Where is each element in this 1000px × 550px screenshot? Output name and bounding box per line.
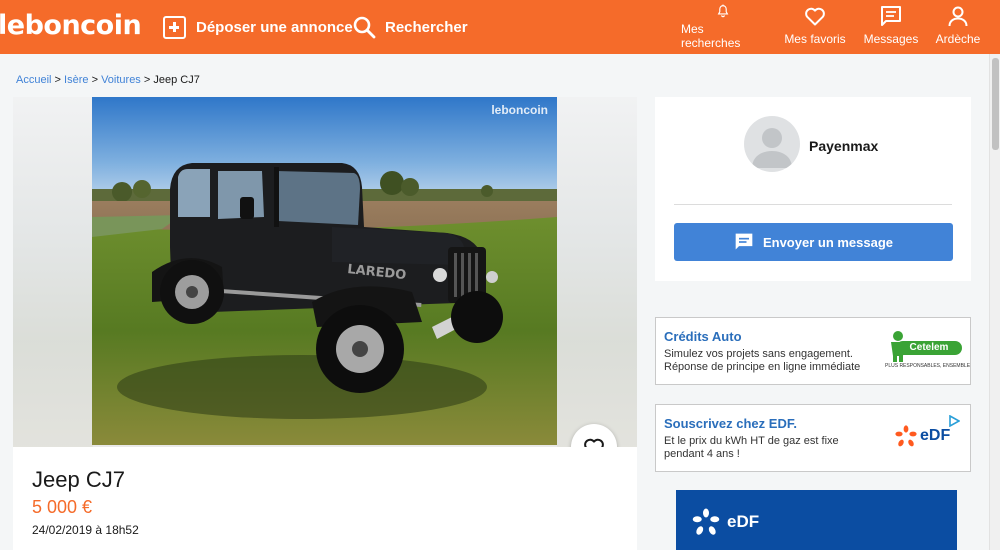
edf-swirl-icon <box>895 425 917 447</box>
ad-text: Et le prix du kWh HT de gaz est fixe pen… <box>664 435 839 460</box>
send-message-button[interactable]: Envoyer un message <box>674 223 953 261</box>
listing-photo[interactable]: LAREDO leboncoin <box>92 97 557 445</box>
bell-icon <box>717 4 729 18</box>
edf-banner-ad[interactable]: eDF <box>676 490 957 550</box>
cetelem-logo: Cetelem PLUS RESPONSABLES, ENSEMBLE <box>882 328 971 374</box>
ad-title: Crédits Auto <box>664 329 742 344</box>
ad-edf[interactable]: Souscrivez chez EDF. Et le prix du kWh H… <box>655 404 971 472</box>
nav-label: Mes favoris <box>784 32 846 46</box>
default-avatar-icon <box>752 128 792 168</box>
top-navigation-bar: leboncoin Déposer une annonce Rechercher… <box>0 0 1000 54</box>
photo-watermark: leboncoin <box>491 103 548 117</box>
page-scrollbar[interactable] <box>989 54 1000 550</box>
breadcrumb-current: Jeep CJ7 <box>153 74 200 86</box>
ad-title: Souscrivez chez EDF. <box>664 416 797 431</box>
breadcrumb-link-category[interactable]: Voitures <box>101 74 141 86</box>
cetelem-tagline: PLUS RESPONSABLES, ENSEMBLE <box>885 363 971 369</box>
seller-name[interactable]: Payenmax <box>809 138 878 154</box>
photo-gallery[interactable]: LAREDO leboncoin <box>13 97 637 447</box>
breadcrumb-link-home[interactable]: Accueil <box>16 74 51 86</box>
edf-swirl-icon <box>692 508 720 535</box>
nav-account[interactable]: Ardèche <box>934 4 982 50</box>
nav-messages[interactable]: Messages <box>863 4 919 50</box>
divider <box>674 204 952 205</box>
seller-avatar[interactable] <box>744 116 800 172</box>
ad-text: Simulez vos projets sans engagement. Rép… <box>664 348 861 373</box>
nav-label: Mes recherches <box>681 22 741 50</box>
search-label: Rechercher <box>385 18 468 36</box>
search-button[interactable]: Rechercher <box>352 14 468 40</box>
message-icon <box>735 233 753 250</box>
breadcrumb-link-region[interactable]: Isère <box>64 74 88 86</box>
gallery-blur-left <box>13 97 93 447</box>
nav-my-favorites[interactable]: Mes favoris <box>783 4 847 50</box>
edf-logo-text: eDF <box>920 427 951 444</box>
post-ad-button[interactable]: Déposer une annonce <box>163 14 353 40</box>
leboncoin-logo[interactable]: leboncoin <box>0 10 142 41</box>
breadcrumb: Accueil > Isère > Voitures > Jeep CJ7 <box>16 74 200 86</box>
breadcrumb-separator: > <box>91 74 98 86</box>
cetelem-logo-name: Cetelem <box>896 341 962 355</box>
listing-title: Jeep CJ7 <box>32 467 125 492</box>
seller-card: Payenmax Envoyer un message <box>655 97 971 281</box>
search-icon <box>353 16 376 39</box>
gallery-blur-right <box>557 97 637 447</box>
breadcrumb-separator: > <box>54 74 61 86</box>
post-ad-label: Déposer une annonce <box>196 18 353 36</box>
message-icon <box>881 6 901 26</box>
edf-logo: eDF <box>894 421 964 453</box>
plus-icon <box>163 15 186 39</box>
nav-my-searches[interactable]: Mes recherches <box>681 4 765 50</box>
listing-date: 24/02/2019 à 18h52 <box>32 523 139 537</box>
user-icon <box>948 6 968 27</box>
heart-icon <box>805 7 825 26</box>
jeep-photo-illustration: LAREDO <box>92 97 557 445</box>
nav-label: Messages <box>863 32 919 46</box>
send-message-label: Envoyer un message <box>762 234 894 250</box>
listing-price: 5 000 € <box>32 497 93 517</box>
edf-banner-logo-text: eDF <box>727 512 760 531</box>
scrollbar-thumb[interactable] <box>992 58 999 150</box>
breadcrumb-separator: > <box>143 74 151 86</box>
ad-credit-auto[interactable]: Crédits Auto Simulez vos projets sans en… <box>655 317 971 385</box>
listing-info-card: Jeep CJ7 5 000 € 24/02/2019 à 18h52 <box>13 447 637 550</box>
nav-label: Ardèche <box>935 32 981 46</box>
